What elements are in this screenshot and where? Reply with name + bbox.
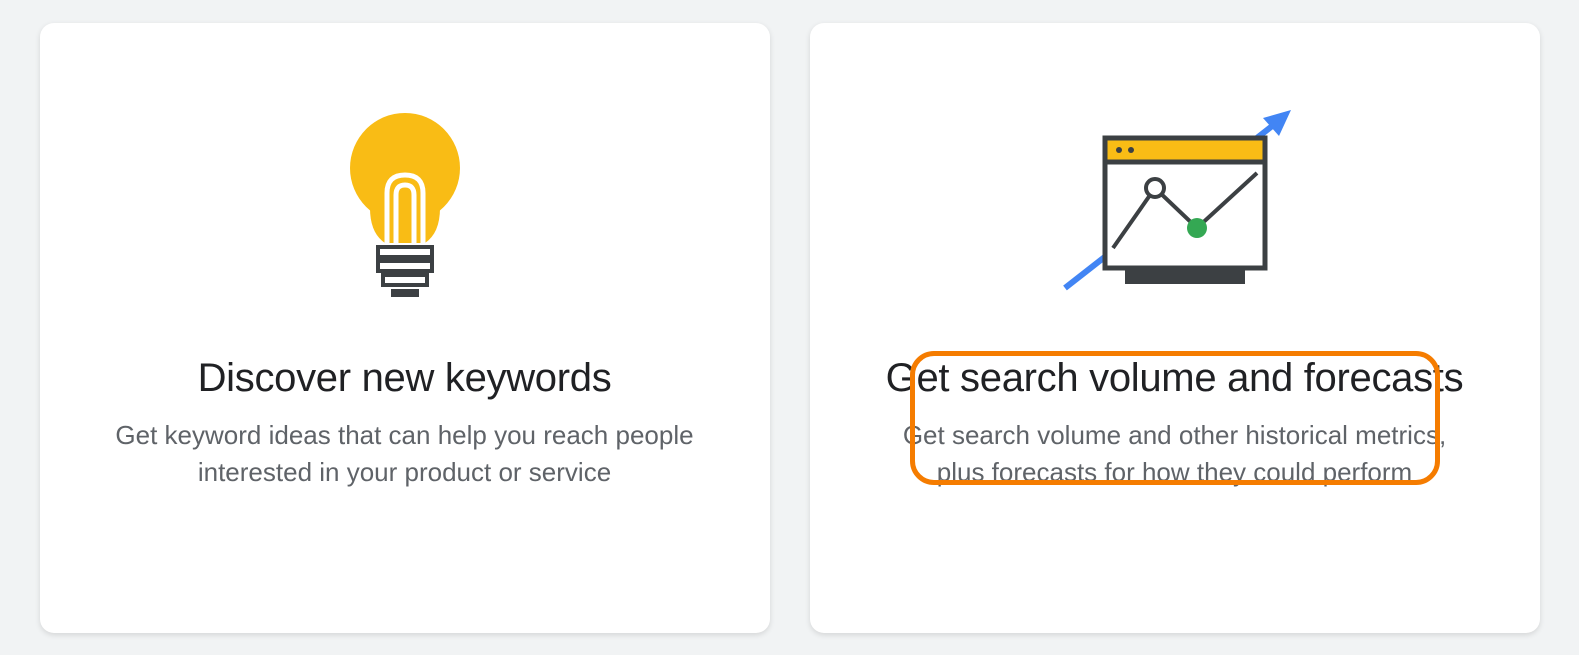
discover-keywords-title: Discover new keywords: [198, 353, 612, 403]
discover-keywords-card[interactable]: Discover new keywords Get keyword ideas …: [40, 23, 770, 633]
search-volume-description: Get search volume and other historical m…: [885, 417, 1465, 492]
discover-keywords-description: Get keyword ideas that can help you reac…: [115, 417, 695, 492]
lightbulb-icon: [335, 93, 475, 323]
search-volume-card[interactable]: Get search volume and forecasts Get sear…: [810, 23, 1540, 633]
search-volume-title: Get search volume and forecasts: [886, 353, 1464, 403]
chart-arrow-icon: [1035, 93, 1315, 323]
